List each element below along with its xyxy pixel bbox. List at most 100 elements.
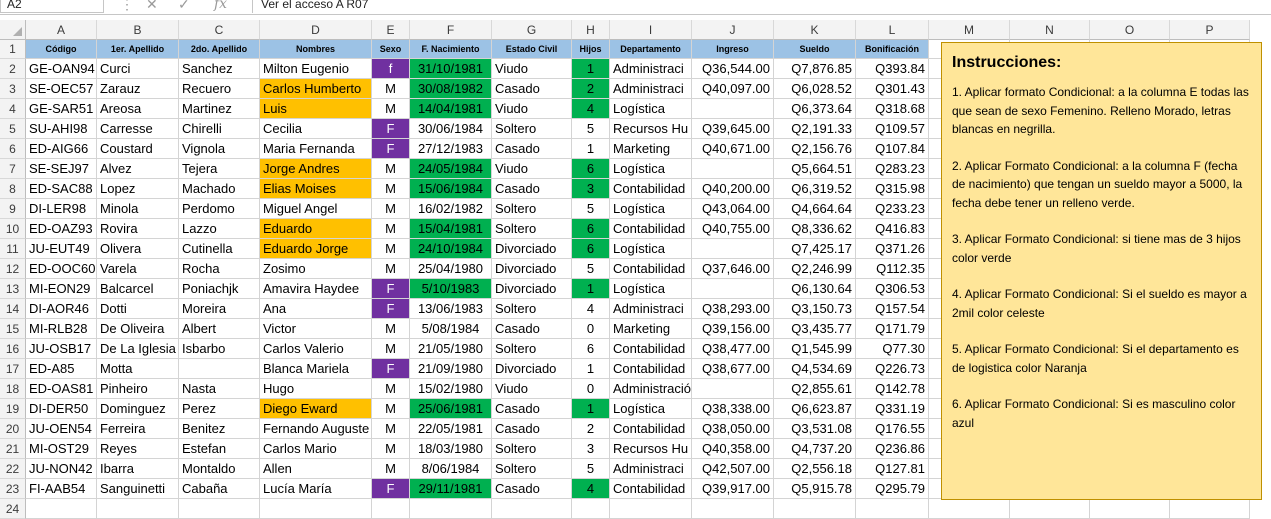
- table-cell[interactable]: [929, 499, 1010, 519]
- table-cell[interactable]: GE-SAR51: [26, 99, 97, 119]
- formula-input[interactable]: Ver el acceso A R07: [252, 0, 1271, 13]
- table-cell[interactable]: Ana: [260, 299, 372, 319]
- table-cell[interactable]: Logística: [610, 239, 692, 259]
- table-cell[interactable]: M: [372, 319, 410, 339]
- table-cell[interactable]: [1090, 499, 1170, 519]
- table-cell[interactable]: FI-AAB54: [26, 479, 97, 499]
- table-cell[interactable]: 25/04/1980: [410, 259, 492, 279]
- table-cell[interactable]: Casado: [492, 479, 572, 499]
- table-cell[interactable]: Divorciado: [492, 259, 572, 279]
- table-cell[interactable]: Fernando Auguste: [260, 419, 372, 439]
- table-cell[interactable]: M: [372, 339, 410, 359]
- table-cell[interactable]: SE-SEJ97: [26, 159, 97, 179]
- table-cell[interactable]: Perez: [179, 399, 260, 419]
- table-cell[interactable]: M: [372, 99, 410, 119]
- table-cell[interactable]: Q38,477.00: [692, 339, 774, 359]
- table-cell[interactable]: Nasta: [179, 379, 260, 399]
- table-cell[interactable]: ED-A85: [26, 359, 97, 379]
- table-cell[interactable]: Machado: [179, 179, 260, 199]
- table-cell[interactable]: Q112.35: [856, 259, 929, 279]
- table-cell[interactable]: Q4,737.20: [774, 439, 856, 459]
- table-cell[interactable]: Q38,677.00: [692, 359, 774, 379]
- table-cell[interactable]: Recuero: [179, 79, 260, 99]
- table-cell[interactable]: 3: [572, 439, 610, 459]
- table-cell[interactable]: Cabaña: [179, 479, 260, 499]
- table-cell[interactable]: 2: [572, 419, 610, 439]
- table-cell[interactable]: De La Iglesia: [97, 339, 179, 359]
- table-cell[interactable]: Contabilidad: [610, 419, 692, 439]
- table-cell[interactable]: Blanca Mariela: [260, 359, 372, 379]
- table-cell[interactable]: ED-OAZ93: [26, 219, 97, 239]
- table-cell[interactable]: 5: [572, 259, 610, 279]
- table-cell[interactable]: Amavira Haydee: [260, 279, 372, 299]
- table-cell[interactable]: 1: [572, 359, 610, 379]
- table-header-cell[interactable]: Nombres: [260, 40, 372, 59]
- table-cell[interactable]: Q4,664.64: [774, 199, 856, 219]
- row-header[interactable]: 19: [0, 399, 26, 419]
- table-cell[interactable]: Q295.79: [856, 479, 929, 499]
- table-cell[interactable]: 15/04/1981: [410, 219, 492, 239]
- column-header-o[interactable]: O: [1090, 20, 1170, 40]
- table-cell[interactable]: Rovira: [97, 219, 179, 239]
- table-cell[interactable]: M: [372, 399, 410, 419]
- table-cell[interactable]: [692, 379, 774, 399]
- table-cell[interactable]: 15/06/1984: [410, 179, 492, 199]
- table-cell[interactable]: Marketing: [610, 139, 692, 159]
- table-cell[interactable]: [179, 499, 260, 519]
- table-cell[interactable]: 31/10/1981: [410, 59, 492, 79]
- row-header[interactable]: 14: [0, 299, 26, 319]
- table-cell[interactable]: 0: [572, 319, 610, 339]
- table-cell[interactable]: 1: [572, 279, 610, 299]
- table-cell[interactable]: 24/05/1984: [410, 159, 492, 179]
- column-header-i[interactable]: I: [610, 20, 692, 40]
- table-cell[interactable]: 5/08/1984: [410, 319, 492, 339]
- column-header-n[interactable]: N: [1010, 20, 1090, 40]
- table-cell[interactable]: 1: [572, 139, 610, 159]
- table-cell[interactable]: Zosimo: [260, 259, 372, 279]
- table-cell[interactable]: Allen: [260, 459, 372, 479]
- table-cell[interactable]: Jorge Andres: [260, 159, 372, 179]
- column-header-c[interactable]: C: [179, 20, 260, 40]
- table-cell[interactable]: Maria Fernanda: [260, 139, 372, 159]
- table-header-cell[interactable]: Estado Civil: [492, 40, 572, 59]
- table-cell[interactable]: Divorciado: [492, 279, 572, 299]
- table-cell[interactable]: [692, 239, 774, 259]
- row-header[interactable]: 6: [0, 139, 26, 159]
- table-cell[interactable]: Logística: [610, 159, 692, 179]
- table-cell[interactable]: 24/10/1984: [410, 239, 492, 259]
- table-cell[interactable]: Miguel Angel: [260, 199, 372, 219]
- table-cell[interactable]: F: [372, 279, 410, 299]
- table-cell[interactable]: 22/05/1981: [410, 419, 492, 439]
- table-cell[interactable]: Sanchez: [179, 59, 260, 79]
- table-cell[interactable]: Q40,358.00: [692, 439, 774, 459]
- table-cell[interactable]: [26, 499, 97, 519]
- table-cell[interactable]: [774, 499, 856, 519]
- table-cell[interactable]: Administraci: [610, 299, 692, 319]
- confirm-icon[interactable]: ✓: [178, 0, 190, 13]
- table-cell[interactable]: Q7,425.17: [774, 239, 856, 259]
- table-cell[interactable]: Recursos Hu: [610, 119, 692, 139]
- row-header[interactable]: 4: [0, 99, 26, 119]
- table-cell[interactable]: Coustard: [97, 139, 179, 159]
- table-cell[interactable]: Q3,531.08: [774, 419, 856, 439]
- table-cell[interactable]: 21/09/1980: [410, 359, 492, 379]
- table-cell[interactable]: Viudo: [492, 99, 572, 119]
- table-cell[interactable]: Cutinella: [179, 239, 260, 259]
- table-cell[interactable]: M: [372, 239, 410, 259]
- table-cell[interactable]: Diego Eward: [260, 399, 372, 419]
- table-cell[interactable]: Q2,156.76: [774, 139, 856, 159]
- table-cell[interactable]: Q226.73: [856, 359, 929, 379]
- row-header[interactable]: 1: [0, 40, 26, 59]
- table-cell[interactable]: 15/02/1980: [410, 379, 492, 399]
- table-cell[interactable]: 27/12/1983: [410, 139, 492, 159]
- table-cell[interactable]: 6: [572, 159, 610, 179]
- table-cell[interactable]: Carlos Humberto: [260, 79, 372, 99]
- table-cell[interactable]: SE-OEC57: [26, 79, 97, 99]
- table-cell[interactable]: Recursos Hu: [610, 439, 692, 459]
- table-cell[interactable]: Soltero: [492, 199, 572, 219]
- table-cell[interactable]: Q40,671.00: [692, 139, 774, 159]
- table-cell[interactable]: 6: [572, 339, 610, 359]
- table-cell[interactable]: Q8,336.62: [774, 219, 856, 239]
- table-cell[interactable]: Motta: [97, 359, 179, 379]
- table-cell[interactable]: Tejera: [179, 159, 260, 179]
